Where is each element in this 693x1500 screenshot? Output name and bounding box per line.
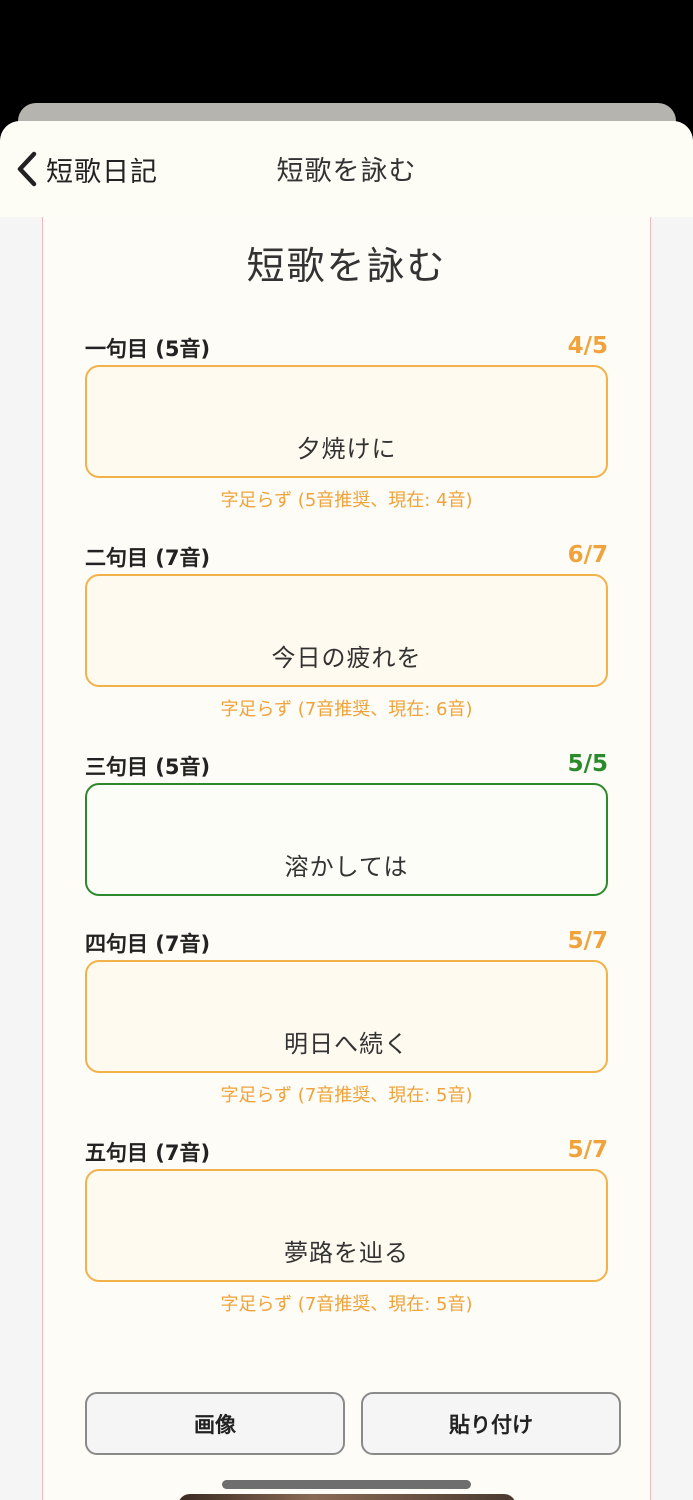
verse-2: 二句目 (7音) 6/7 今日の疲れを 字足らず (7音推奨、現在: 6音) <box>85 542 608 720</box>
syllable-count: 5/5 <box>567 751 608 777</box>
verse-header: 一句目 (5音) 4/5 <box>85 333 608 363</box>
syllable-count: 4/5 <box>567 333 608 359</box>
verse-input[interactable]: 夕焼けに <box>85 365 608 478</box>
syllable-warning: 字足らず (5音推奨、現在: 4音) <box>220 490 473 511</box>
navigation-bar: 短歌日記 短歌を詠む <box>0 121 693 217</box>
verse-label: 四句目 (7音) <box>85 932 211 956</box>
verse-5: 五句目 (7音) 5/7 夢路を辿る 字足らず (7音推奨、現在: 5音) <box>85 1137 608 1315</box>
tanka-paper: 短歌を詠む 一句目 (5音) 4/5 夕焼けに 字足らず (5音推奨、現在: 4… <box>42 191 651 1500</box>
verse-label: 一句目 (5音) <box>85 337 211 361</box>
verse-3: 三句目 (5音) 5/5 溶かしては <box>85 751 608 896</box>
verse-text: 溶かしては <box>284 853 409 881</box>
syllable-warning: 字足らず (7音推奨、現在: 5音) <box>220 1294 473 1315</box>
verse-input[interactable]: 明日へ続く <box>85 960 608 1073</box>
syllable-count: 5/7 <box>567 1137 608 1163</box>
verse-input[interactable]: 溶かしては <box>85 783 608 896</box>
paste-button[interactable]: 貼り付け <box>361 1392 621 1455</box>
image-preview-edge <box>178 1494 516 1500</box>
nav-title: 短歌を詠む <box>276 156 417 187</box>
verse-header: 二句目 (7音) 6/7 <box>85 542 608 572</box>
verse-text: 明日へ続く <box>284 1030 409 1058</box>
verse-label: 三句目 (5音) <box>85 755 211 779</box>
verse-input[interactable]: 今日の疲れを <box>85 574 608 687</box>
syllable-warning: 字足らず (7音推奨、現在: 5音) <box>220 1085 473 1106</box>
verse-input[interactable]: 夢路を辿る <box>85 1169 608 1282</box>
syllable-count: 5/7 <box>567 928 608 954</box>
syllable-count: 6/7 <box>567 542 608 568</box>
verse-text: 今日の疲れを <box>271 644 422 672</box>
verse-text: 夢路を辿る <box>284 1239 409 1267</box>
verse-4: 四句目 (7音) 5/7 明日へ続く 字足らず (7音推奨、現在: 5音) <box>85 928 608 1106</box>
image-button[interactable]: 画像 <box>85 1392 345 1455</box>
home-indicator <box>222 1480 471 1489</box>
verse-header: 三句目 (5音) 5/5 <box>85 751 608 781</box>
verse-label: 二句目 (7音) <box>85 546 211 570</box>
screen: 短歌日記 短歌を詠む 短歌を詠む 一句目 (5音) 4/5 夕焼けに 字足らず … <box>0 0 693 1500</box>
verse-header: 五句目 (7音) 5/7 <box>85 1137 608 1167</box>
verse-text: 夕焼けに <box>296 435 397 463</box>
verse-1: 一句目 (5音) 4/5 夕焼けに 字足らず (5音推奨、現在: 4音) <box>85 333 608 511</box>
modal-sheet: 短歌日記 短歌を詠む 短歌を詠む 一句目 (5音) 4/5 夕焼けに 字足らず … <box>0 121 693 1500</box>
verse-label: 五句目 (7音) <box>85 1141 211 1165</box>
page-title: 短歌を詠む <box>246 244 447 288</box>
verse-header: 四句目 (7音) 5/7 <box>85 928 608 958</box>
syllable-warning: 字足らず (7音推奨、現在: 6音) <box>220 699 473 720</box>
